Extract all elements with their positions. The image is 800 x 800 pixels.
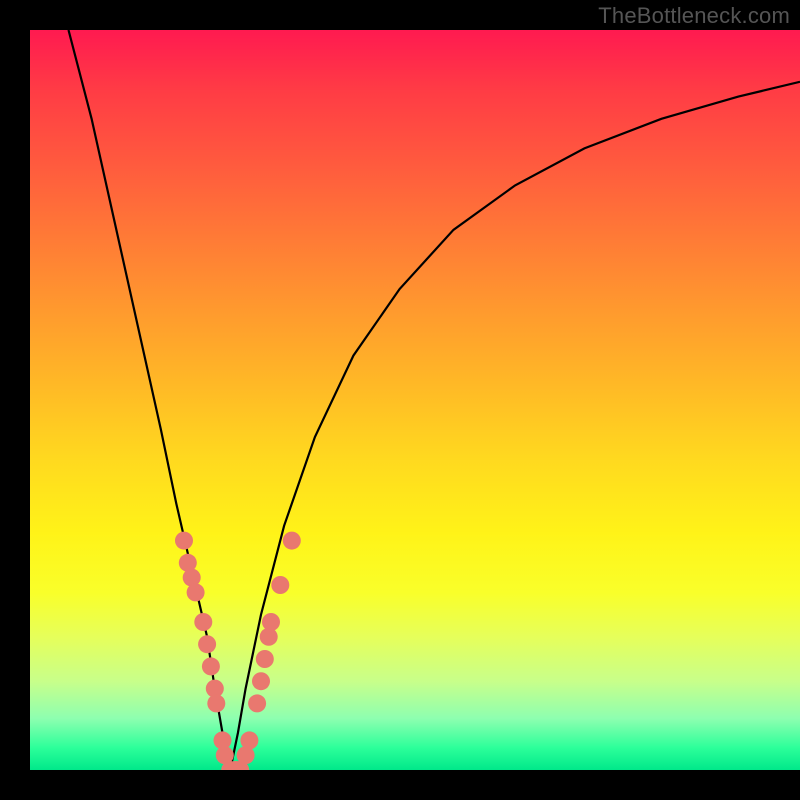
data-marker (240, 731, 258, 749)
data-marker (207, 694, 225, 712)
data-marker (198, 635, 216, 653)
data-marker (175, 532, 193, 550)
data-marker (283, 532, 301, 550)
watermark-text: TheBottleneck.com (598, 3, 790, 29)
data-marker (256, 650, 274, 668)
data-marker (202, 657, 220, 675)
chart-svg (30, 30, 800, 770)
data-marker (248, 694, 266, 712)
data-marker (194, 613, 212, 631)
data-marker (252, 672, 270, 690)
plot-area (30, 30, 800, 770)
chart-frame: TheBottleneck.com (0, 0, 800, 800)
curve-right-branch (230, 82, 800, 770)
data-marker (271, 576, 289, 594)
data-marker (187, 583, 205, 601)
data-marker (262, 613, 280, 631)
